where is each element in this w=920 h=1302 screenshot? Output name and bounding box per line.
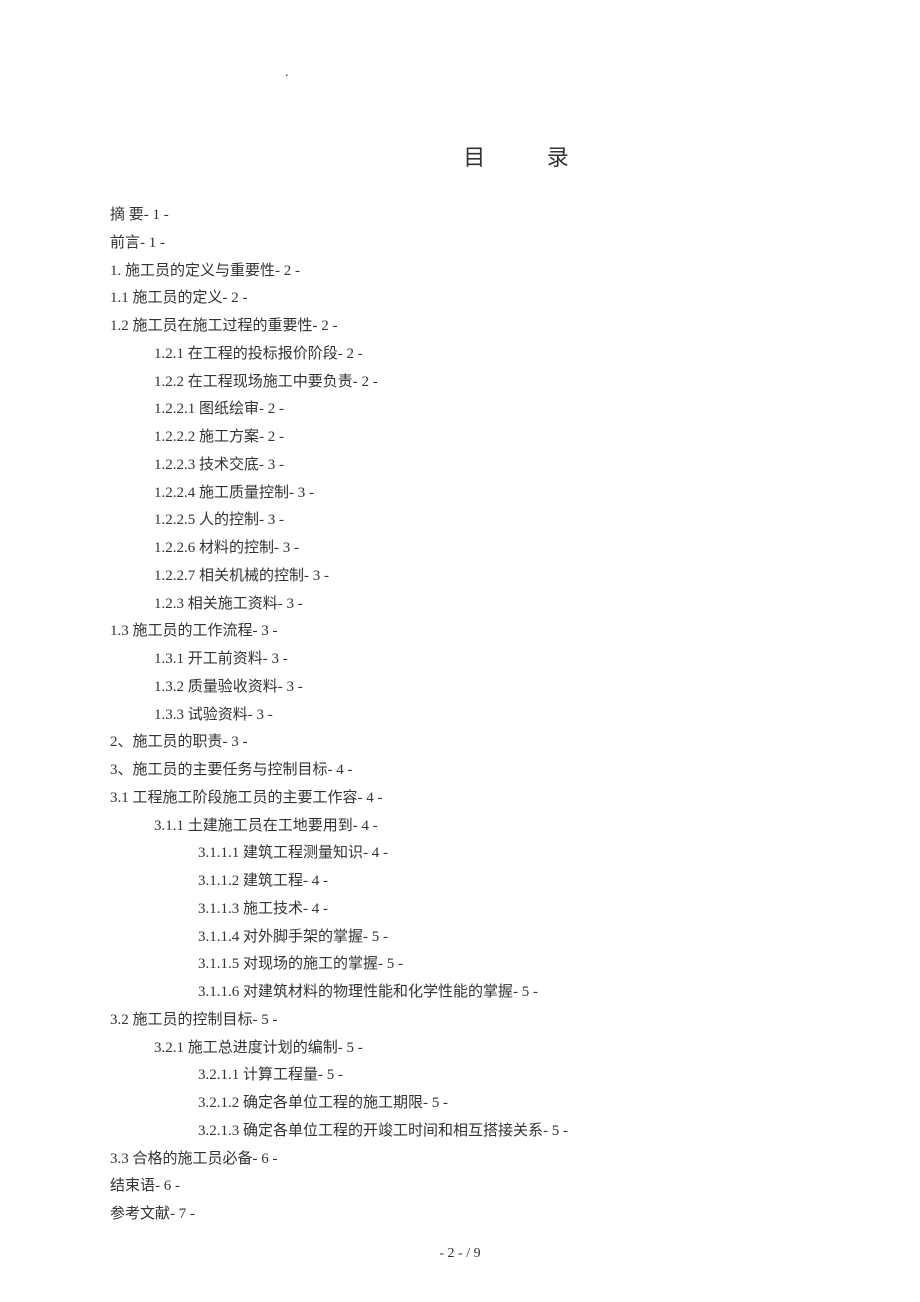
toc-entry: 1.2.1 在工程的投标报价阶段- 2 - xyxy=(110,341,810,369)
header-dot: . xyxy=(285,65,289,81)
toc-entry: 1.2.2.4 施工质量控制- 3 - xyxy=(110,480,810,508)
toc-entry: 3.2.1.3 确定各单位工程的开竣工时间和相互搭接关系- 5 - xyxy=(110,1118,810,1146)
toc-entry: 1.2.2.6 材料的控制- 3 - xyxy=(110,535,810,563)
page: . 目 录 摘 要- 1 -前言- 1 -1. 施工员的定义与重要性- 2 -1… xyxy=(0,0,920,1302)
toc-entry: 3.2.1.1 计算工程量- 5 - xyxy=(110,1062,810,1090)
toc-entry: 3、施工员的主要任务与控制目标- 4 - xyxy=(110,757,810,785)
toc-entry: 2、施工员的职责- 3 - xyxy=(110,729,810,757)
toc-entry: 1.2.2.1 图纸绘审- 2 - xyxy=(110,396,810,424)
toc-entry: 1. 施工员的定义与重要性- 2 - xyxy=(110,258,810,286)
toc-entry: 3.1.1.3 施工技术- 4 - xyxy=(110,896,810,924)
toc-entry: 3.2 施工员的控制目标- 5 - xyxy=(110,1007,810,1035)
toc-entry: 3.1 工程施工阶段施工员的主要工作容- 4 - xyxy=(110,785,810,813)
toc-entry: 1.2.2 在工程现场施工中要负责- 2 - xyxy=(110,369,810,397)
toc-entry: 3.1.1.4 对外脚手架的掌握- 5 - xyxy=(110,924,810,952)
toc-entry: 1.3.2 质量验收资料- 3 - xyxy=(110,674,810,702)
toc-entry: 1.3.1 开工前资料- 3 - xyxy=(110,646,810,674)
toc-entry: 3.1.1.5 对现场的施工的掌握- 5 - xyxy=(110,951,810,979)
toc-entry: 1.2.2.5 人的控制- 3 - xyxy=(110,507,810,535)
toc-title: 目 录 xyxy=(250,140,810,172)
toc-entry: 参考文献- 7 - xyxy=(110,1201,810,1229)
page-footer: - 2 - / 9 xyxy=(0,1246,920,1262)
toc-entry: 1.3 施工员的工作流程- 3 - xyxy=(110,618,810,646)
toc-entry: 3.2.1.2 确定各单位工程的施工期限- 5 - xyxy=(110,1090,810,1118)
toc-entry: 3.1.1.2 建筑工程- 4 - xyxy=(110,868,810,896)
toc-entry: 3.1.1 土建施工员在工地要用到- 4 - xyxy=(110,813,810,841)
toc-entry: 1.2.2.7 相关机械的控制- 3 - xyxy=(110,563,810,591)
toc-entry: 前言- 1 - xyxy=(110,230,810,258)
toc-entry: 1.2.3 相关施工资料- 3 - xyxy=(110,591,810,619)
toc-entry: 1.2.2.2 施工方案- 2 - xyxy=(110,424,810,452)
toc-entry: 1.2.2.3 技术交底- 3 - xyxy=(110,452,810,480)
toc-entry: 3.1.1.6 对建筑材料的物理性能和化学性能的掌握- 5 - xyxy=(110,979,810,1007)
toc-entry: 1.3.3 试验资料- 3 - xyxy=(110,702,810,730)
toc-entry: 3.2.1 施工总进度计划的编制- 5 - xyxy=(110,1035,810,1063)
toc-entry: 1.2 施工员在施工过程的重要性- 2 - xyxy=(110,313,810,341)
toc-entry: 1.1 施工员的定义- 2 - xyxy=(110,285,810,313)
toc-entry: 3.3 合格的施工员必备- 6 - xyxy=(110,1146,810,1174)
toc-entry: 3.1.1.1 建筑工程测量知识- 4 - xyxy=(110,840,810,868)
toc-entry: 摘 要- 1 - xyxy=(110,202,810,230)
toc-entry: 结束语- 6 - xyxy=(110,1173,810,1201)
toc-list: 摘 要- 1 -前言- 1 -1. 施工员的定义与重要性- 2 -1.1 施工员… xyxy=(110,202,810,1229)
